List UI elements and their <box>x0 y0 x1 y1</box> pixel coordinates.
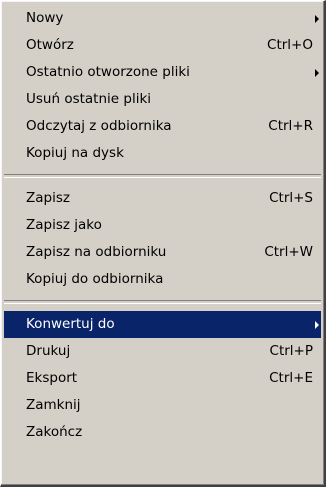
menu-item-label: Drukuj <box>26 343 71 359</box>
file-menu: Nowy Otwórz Ctrl+O Ostatnio otworzone pl… <box>0 0 326 487</box>
menu-item-shortcut: Ctrl+P <box>269 343 313 359</box>
menu-separator <box>4 300 321 304</box>
menu-item-label: Zakończ <box>26 424 83 440</box>
menu-item-label: Kopiuj na dysk <box>26 145 124 161</box>
menu-item-shortcut: Ctrl+O <box>267 37 313 53</box>
menu-item-odczytaj-z-odbiornika[interactable]: Odczytaj z odbiornika Ctrl+R <box>4 113 321 140</box>
menu-item-zapisz[interactable]: Zapisz Ctrl+S <box>4 185 321 212</box>
menu-item-label: Eksport <box>26 370 78 386</box>
menu-item-label: Nowy <box>26 10 64 26</box>
menu-item-otworz[interactable]: Otwórz Ctrl+O <box>4 32 321 59</box>
menu-item-zamknij[interactable]: Zamknij <box>4 392 321 419</box>
menu-item-drukuj[interactable]: Drukuj Ctrl+P <box>4 338 321 365</box>
submenu-arrow-icon <box>315 69 319 77</box>
submenu-arrow-icon <box>315 321 319 329</box>
menu-item-shortcut: Ctrl+W <box>264 244 313 260</box>
menu-separator <box>4 174 321 178</box>
menu-item-label: Zapisz na odbiorniku <box>26 244 167 260</box>
menu-item-kopiuj-na-dysk[interactable]: Kopiuj na dysk <box>4 140 321 167</box>
menu-item-ostatnio-otworzone-pliki[interactable]: Ostatnio otworzone pliki <box>4 59 321 86</box>
menu-item-label: Ostatnio otworzone pliki <box>26 64 190 80</box>
menu-item-shortcut: Ctrl+E <box>269 370 313 386</box>
menu-item-label: Konwertuj do <box>26 316 115 332</box>
menu-item-eksport[interactable]: Eksport Ctrl+E <box>4 365 321 392</box>
menu-item-nowy[interactable]: Nowy <box>4 5 321 32</box>
menu-item-shortcut: Ctrl+R <box>268 118 313 134</box>
menu-item-label: Kopiuj do odbiornika <box>26 271 164 287</box>
menu-item-label: Zapisz jako <box>26 217 102 233</box>
menu-item-shortcut: Ctrl+S <box>269 190 313 206</box>
menu-item-konwertuj-do[interactable]: Konwertuj do <box>4 311 321 338</box>
menu-item-label: Odczytaj z odbiornika <box>26 118 172 134</box>
menu-item-zapisz-na-odbiorniku[interactable]: Zapisz na odbiorniku Ctrl+W <box>4 239 321 266</box>
menu-item-label: Otwórz <box>26 37 74 53</box>
menu-item-zakoncz[interactable]: Zakończ <box>4 419 321 446</box>
menu-item-label: Zamknij <box>26 397 81 413</box>
menu-item-usun-ostatnie-pliki[interactable]: Usuń ostatnie pliki <box>4 86 321 113</box>
menu-item-label: Zapisz <box>26 190 70 206</box>
submenu-arrow-icon <box>315 15 319 23</box>
menu-item-kopiuj-do-odbiornika[interactable]: Kopiuj do odbiornika <box>4 266 321 293</box>
menu-item-label: Usuń ostatnie pliki <box>26 91 152 107</box>
menu-item-zapisz-jako[interactable]: Zapisz jako <box>4 212 321 239</box>
